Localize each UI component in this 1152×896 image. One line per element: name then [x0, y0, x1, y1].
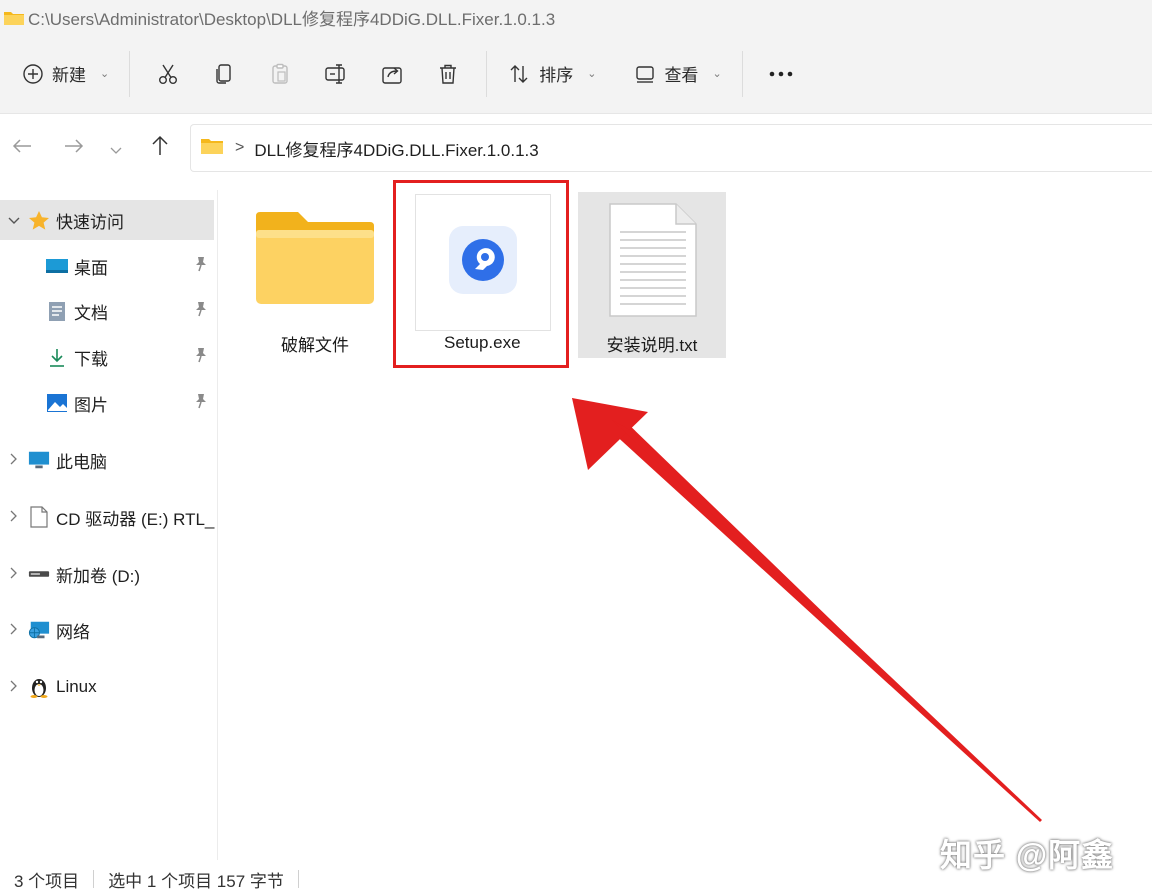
arrow-up-icon: [150, 134, 170, 162]
sidebar-item-label: Linux: [56, 677, 97, 696]
view-button[interactable]: 查看 ⌄: [624, 52, 731, 96]
network-icon: [28, 620, 50, 640]
status-divider: [297, 870, 299, 888]
sidebar-item-label: 文档: [74, 303, 108, 323]
forward-button[interactable]: [58, 132, 90, 164]
pin-icon[interactable]: [194, 301, 208, 320]
drive-icon: [28, 564, 50, 584]
plus-circle-icon: [22, 63, 44, 85]
chevron-down-icon: ⌄: [587, 68, 597, 80]
recent-locations-button[interactable]: [100, 132, 132, 164]
delete-icon: [436, 62, 460, 86]
file-item-readme-txt[interactable]: 安装说明.txt: [578, 192, 726, 358]
back-button[interactable]: [6, 132, 38, 164]
delete-button[interactable]: [420, 52, 476, 96]
new-button[interactable]: 新建 ⌄: [12, 52, 119, 96]
chevron-down-icon[interactable]: [0, 213, 28, 228]
paste-button[interactable]: [252, 52, 308, 96]
sidebar-item-network[interactable]: 网络: [0, 610, 90, 650]
sort-icon: [507, 62, 531, 86]
toolbar-divider: [129, 50, 131, 97]
item-count: 3 个项目: [14, 871, 80, 891]
sidebar-item-volume-d[interactable]: 新加卷 (D:): [0, 554, 140, 594]
pin-icon[interactable]: [194, 393, 208, 412]
watermark: 知乎 @阿鑫: [940, 837, 1115, 873]
command-bar: 新建 ⌄ 排序 ⌄ 查看 ⌄: [0, 34, 1152, 114]
desktop-icon: [46, 256, 68, 276]
chevron-down-icon: ⌄: [100, 68, 110, 80]
navigation-pane: 快速访问 桌面 文档 下载 图片 此电脑 CD 驱动器 (E:) RTL_ 新加…: [0, 190, 218, 860]
paste-icon: [268, 62, 292, 86]
sidebar-item-this-pc[interactable]: 此电脑: [0, 440, 107, 480]
up-button[interactable]: [144, 132, 176, 164]
sidebar-item-label: 此电脑: [56, 452, 107, 472]
breadcrumb-folder[interactable]: DLL修复程序4DDiG.DLL.Fixer.1.0.1.3: [254, 136, 538, 161]
arrow-left-icon: [11, 135, 33, 161]
sidebar-item-cd-drive[interactable]: CD 驱动器 (E:) RTL_: [0, 497, 214, 537]
selection-info: 选中 1 个项目 157 字节: [108, 871, 284, 891]
share-icon: [380, 62, 404, 86]
highlight-rectangle: [393, 180, 569, 368]
file-item-folder[interactable]: 破解文件: [240, 196, 390, 356]
rename-button[interactable]: [308, 52, 364, 96]
window-title-path: C:\Users\Administrator\Desktop\DLL修复程序4D…: [28, 9, 556, 29]
picture-icon: [46, 393, 68, 413]
rename-icon: [323, 62, 349, 86]
sidebar-item-label: 下载: [74, 349, 108, 369]
document-icon: [46, 301, 68, 321]
sidebar-item-label: 网络: [56, 622, 90, 642]
pin-icon[interactable]: [194, 347, 208, 366]
share-button[interactable]: [364, 52, 420, 96]
folder-icon: [254, 210, 376, 311]
pin-icon[interactable]: [194, 256, 208, 275]
more-button[interactable]: [753, 52, 809, 96]
copy-icon: [212, 62, 236, 86]
sidebar-item-quick-access[interactable]: 快速访问: [0, 200, 214, 240]
more-icon: [768, 70, 794, 78]
text-document-icon: [606, 202, 698, 323]
sidebar-item-desktop[interactable]: 桌面: [18, 246, 108, 286]
star-icon: [28, 210, 50, 230]
toolbar-divider: [741, 50, 743, 97]
chevron-down-icon: ⌄: [712, 68, 722, 80]
address-row: > DLL修复程序4DDiG.DLL.Fixer.1.0.1.3: [0, 114, 1152, 180]
cut-button[interactable]: [140, 52, 196, 96]
sidebar-item-label: 图片: [74, 395, 108, 415]
pc-icon: [28, 450, 50, 470]
new-button-label: 新建: [52, 66, 86, 85]
chevron-right-icon[interactable]: [0, 567, 28, 582]
sidebar-item-label: 快速访问: [56, 212, 124, 232]
chevron-right-icon[interactable]: [0, 680, 28, 695]
arrow-right-icon: [63, 135, 85, 161]
toolbar-divider: [486, 50, 488, 97]
cut-icon: [156, 62, 180, 86]
sidebar-item-downloads[interactable]: 下载: [18, 337, 108, 377]
sidebar-item-linux[interactable]: Linux: [0, 667, 97, 707]
view-icon: [634, 63, 656, 85]
chevron-down-icon: [110, 135, 122, 161]
title-bar: C:\Users\Administrator\Desktop\DLL修复程序4D…: [0, 0, 1152, 34]
status-divider: [93, 870, 95, 888]
sidebar-item-label: CD 驱动器 (E:) RTL_: [56, 509, 215, 529]
sidebar-item-label: 桌面: [74, 258, 108, 278]
sidebar-item-pictures[interactable]: 图片: [18, 383, 108, 423]
breadcrumb-separator: >: [235, 139, 245, 156]
folder-icon: [201, 137, 223, 159]
view-button-label: 查看: [664, 66, 699, 85]
sidebar-item-label: 新加卷 (D:): [56, 566, 141, 586]
linux-icon: [28, 677, 50, 698]
chevron-right-icon[interactable]: [0, 453, 28, 468]
folder-icon: [4, 10, 24, 25]
sidebar-item-documents[interactable]: 文档: [18, 291, 108, 331]
cd-drive-icon: [28, 506, 50, 528]
copy-button[interactable]: [196, 52, 252, 96]
file-name: 破解文件: [281, 336, 349, 355]
chevron-right-icon[interactable]: [0, 510, 28, 525]
sort-button[interactable]: 排序 ⌄: [497, 52, 606, 96]
chevron-right-icon[interactable]: [0, 623, 28, 638]
sort-button-label: 排序: [539, 66, 574, 85]
file-name: 安装说明.txt: [606, 336, 698, 355]
address-bar[interactable]: > DLL修复程序4DDiG.DLL.Fixer.1.0.1.3: [190, 124, 1152, 172]
download-icon: [46, 347, 68, 367]
